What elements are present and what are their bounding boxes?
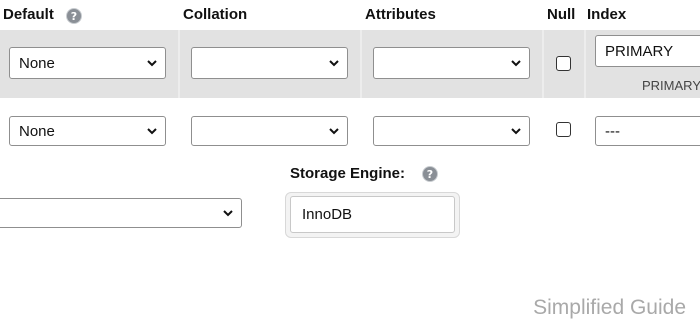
table-option-select[interactable]: [0, 198, 242, 228]
chevron-down-icon: [223, 210, 233, 217]
collation-select[interactable]: [191, 47, 348, 79]
storage-engine-value: InnoDB: [302, 206, 353, 223]
chevron-down-icon: [511, 128, 521, 135]
attributes-select[interactable]: [373, 47, 530, 79]
chevron-down-icon: [511, 60, 521, 67]
help-icon[interactable]: ?: [66, 8, 82, 24]
column-header-index: Index: [587, 6, 627, 23]
cell-divider: [178, 30, 180, 98]
default-select[interactable]: None: [9, 47, 166, 79]
default-select-value: None: [19, 54, 55, 72]
index-select[interactable]: ---: [595, 116, 700, 146]
column-header-collation: Collation: [183, 6, 248, 23]
null-checkbox[interactable]: [556, 56, 571, 71]
help-icon[interactable]: ?: [422, 166, 438, 182]
cell-divider: [542, 30, 544, 98]
index-caption: PRIMARY: [642, 78, 700, 93]
chevron-down-icon: [147, 60, 157, 67]
index-select-value: ---: [605, 122, 620, 140]
watermark: Simplified Guide: [533, 296, 686, 319]
storage-engine-label: Storage Engine:: [290, 165, 406, 182]
attributes-select[interactable]: [373, 116, 530, 146]
chevron-down-icon: [329, 60, 339, 67]
collation-select[interactable]: [191, 116, 348, 146]
default-select[interactable]: None: [9, 116, 166, 146]
cell-divider: [360, 30, 362, 98]
index-select-value: PRIMARY: [605, 42, 674, 60]
chevron-down-icon: [329, 128, 339, 135]
column-header-null: Null: [547, 6, 576, 23]
column-header-attributes: Attributes: [365, 6, 436, 23]
storage-engine-select[interactable]: InnoDB: [290, 196, 455, 233]
index-select[interactable]: PRIMARY: [595, 35, 700, 67]
null-checkbox[interactable]: [556, 122, 571, 137]
chevron-down-icon: [147, 128, 157, 135]
cell-divider: [584, 30, 586, 98]
column-header-default: Default: [3, 6, 54, 23]
default-select-value: None: [19, 122, 55, 140]
